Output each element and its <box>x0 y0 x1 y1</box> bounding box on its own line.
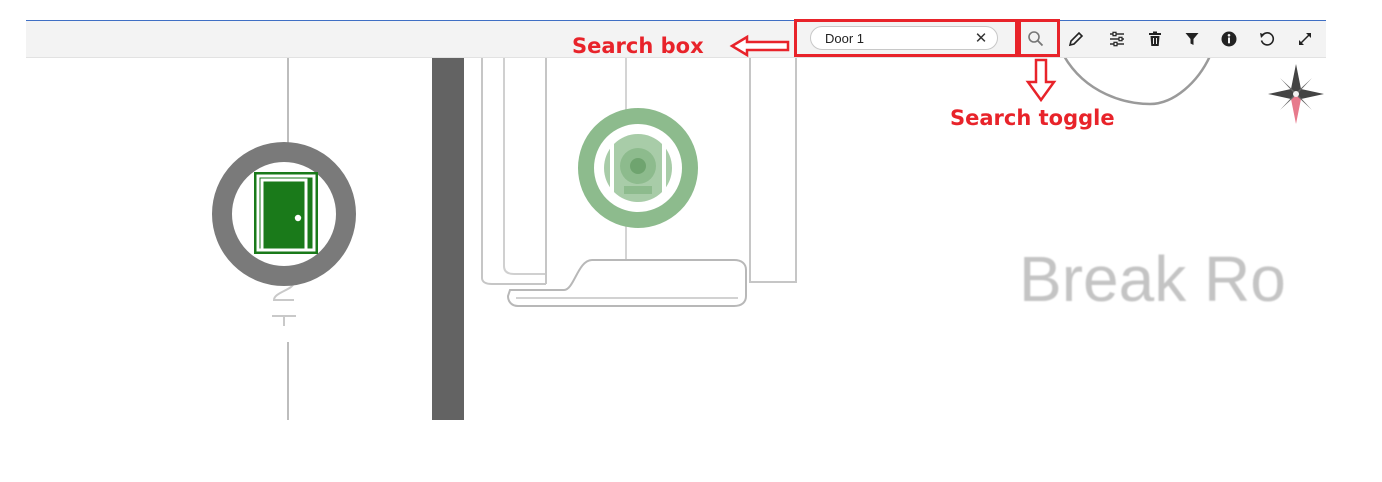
filter-icon <box>1185 33 1199 45</box>
camera-icon <box>604 134 672 202</box>
door-icon <box>254 172 318 254</box>
delete-button[interactable] <box>1144 28 1166 50</box>
camera-marker[interactable] <box>574 104 702 232</box>
floorplan-viewer[interactable]: Break Ro Door 1 ✕ <box>26 20 1326 420</box>
search-box-highlight <box>794 19 1018 57</box>
trash-icon <box>1149 31 1161 46</box>
sliders-icon <box>1110 31 1124 47</box>
reset-view-button[interactable] <box>1256 28 1278 50</box>
edit-button[interactable] <box>1065 28 1087 50</box>
room-label: Break Ro <box>1019 243 1286 315</box>
search-toggle-annotation: Search toggle <box>950 106 1115 130</box>
settings-button[interactable] <box>1106 28 1128 50</box>
filter-button[interactable] <box>1181 28 1203 50</box>
rotate-left-icon <box>1260 32 1275 46</box>
pencil-icon <box>1068 31 1084 47</box>
compass-rose-icon <box>1268 64 1324 124</box>
search-box-annotation: Search box <box>572 34 704 58</box>
expand-icon <box>1299 33 1311 45</box>
info-button[interactable] <box>1218 28 1240 50</box>
door-marker[interactable] <box>212 142 356 286</box>
search-toggle-highlight <box>1018 19 1060 57</box>
info-icon <box>1221 31 1237 47</box>
fullscreen-button[interactable] <box>1294 28 1316 50</box>
